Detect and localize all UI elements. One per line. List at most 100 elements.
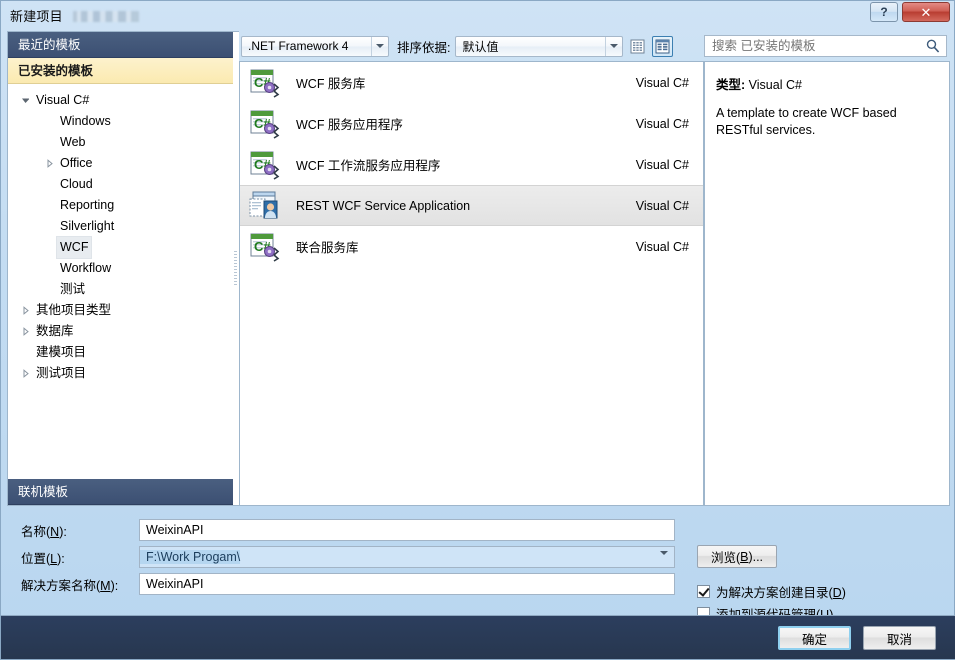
medium-icons-view-icon[interactable]: [652, 35, 674, 57]
details-panel: 类型: Visual C# A template to create WCF b…: [704, 31, 950, 506]
csharp-wcf-icon: C#: [248, 149, 280, 181]
csharp-wcf-icon: C#: [248, 67, 280, 99]
chevron-down-icon: [605, 36, 622, 56]
tree-item[interactable]: Office: [8, 153, 233, 174]
tree-item-label: Visual C#: [36, 93, 90, 107]
cancel-button[interactable]: 取消: [863, 626, 936, 650]
search-input[interactable]: [705, 37, 920, 55]
create-directory-checkbox[interactable]: [697, 585, 710, 598]
browse-button[interactable]: 浏览(B)...: [697, 545, 777, 568]
framework-dropdown[interactable]: .NET Framework 4: [241, 35, 389, 57]
project-form: 名称(N): WeixinAPI 位置(L): F:\Work Progam\ …: [7, 514, 950, 622]
template-language: Visual C#: [635, 116, 689, 131]
location-combo[interactable]: F:\Work Progam\: [139, 546, 675, 569]
tree-item[interactable]: 其他项目类型: [8, 300, 233, 321]
recent-templates-header[interactable]: 最近的模板: [8, 32, 233, 58]
search-box[interactable]: [704, 35, 947, 57]
chevron-right-icon[interactable]: [18, 369, 32, 378]
chevron-down-icon[interactable]: [18, 96, 32, 105]
framework-value: .NET Framework 4: [248, 39, 349, 53]
tree-item-label: 建模项目: [36, 345, 87, 359]
location-row: 位置(L): F:\Work Progam\: [7, 545, 675, 569]
chevron-right-icon[interactable]: [42, 159, 56, 168]
tree-item-label: 其他项目类型: [36, 303, 112, 317]
search-area: [704, 31, 950, 61]
new-project-dialog: 新建项目 ? ✕ 最近的模板 已安装的模板 Visual C# Windows We…: [0, 0, 955, 660]
tree-item-label: Web: [60, 135, 86, 149]
csharp-wcf-icon: C#: [248, 231, 280, 263]
location-input[interactable]: F:\Work Progam\: [140, 550, 241, 564]
solution-row: 解决方案名称(M): WeixinAPI: [7, 572, 675, 596]
tree-item-label: Windows: [60, 114, 111, 128]
template-list-item[interactable]: C# WCF 服务库 Visual C#: [240, 62, 703, 103]
name-input[interactable]: WeixinAPI: [139, 519, 675, 541]
create-directory-label: 为解决方案创建目录(D): [716, 586, 846, 600]
tree-item[interactable]: Workflow: [8, 258, 233, 279]
solution-label: 解决方案名称(M):: [21, 578, 119, 593]
description-type-label: 类型:: [716, 78, 746, 92]
tree-item-label: Cloud: [60, 177, 93, 191]
name-row: 名称(N): WeixinAPI: [7, 518, 675, 542]
categories-sidebar: 最近的模板 已安装的模板 Visual C# Windows Web Office Cl…: [7, 31, 233, 506]
template-list-item[interactable]: C# WCF 工作流服务应用程序 Visual C#: [240, 144, 703, 185]
template-name: WCF 服务库: [296, 77, 366, 91]
sort-dropdown[interactable]: 默认值: [455, 35, 624, 57]
template-list-item[interactable]: REST WCF Service Application Visual C#: [240, 185, 703, 226]
create-directory-checkbox-row[interactable]: 为解决方案创建目录(D): [697, 582, 846, 601]
template-name: WCF 服务应用程序: [296, 118, 403, 132]
tree-item-label: Office: [60, 156, 93, 170]
tree-item[interactable]: Visual C#: [8, 90, 233, 111]
ok-button[interactable]: 确定: [778, 626, 851, 650]
sort-value: 默认值: [462, 39, 499, 54]
description-type-row: 类型: Visual C#: [716, 74, 938, 93]
tree-item-label: 测试项目: [36, 366, 87, 380]
chevron-right-icon[interactable]: [18, 306, 32, 315]
tree-item[interactable]: Reporting: [8, 195, 233, 216]
tree-item[interactable]: WCF: [8, 236, 233, 259]
chevron-right-icon[interactable]: [18, 327, 32, 336]
splitter-grip: [234, 250, 237, 287]
template-panel: .NET Framework 4 排序依据: 默认值 C# WCF 服务库 Vi…: [239, 31, 704, 506]
tree-item[interactable]: 数据库: [8, 321, 233, 342]
solution-input[interactable]: WeixinAPI: [139, 573, 675, 595]
template-name: WCF 工作流服务应用程序: [296, 159, 441, 173]
tree-item[interactable]: Windows: [8, 111, 233, 132]
close-button[interactable]: ✕: [902, 2, 950, 22]
title-bar: 新建项目 ? ✕: [1, 1, 955, 29]
tree-item-label: Workflow: [60, 261, 112, 275]
template-language: Visual C#: [635, 239, 689, 254]
dialog-content: 最近的模板 已安装的模板 Visual C# Windows Web Office Cl…: [7, 31, 950, 622]
rest-wcf-icon: [248, 190, 280, 222]
online-templates-header[interactable]: 联机模板: [8, 479, 233, 505]
small-icons-view-icon[interactable]: [627, 36, 648, 57]
installed-templates-header[interactable]: 已安装的模板: [8, 58, 233, 84]
chevron-down-icon: [371, 36, 388, 56]
template-list-item[interactable]: C# WCF 服务应用程序 Visual C#: [240, 103, 703, 144]
template-language: Visual C#: [635, 157, 689, 172]
template-name: 联合服务库: [296, 241, 359, 255]
tree-item-label: WCF: [56, 236, 93, 259]
location-label: 位置(L):: [21, 551, 65, 566]
tree-item[interactable]: 测试项目: [8, 363, 233, 384]
window-title: 新建项目: [10, 9, 63, 24]
name-label: 名称(N):: [21, 524, 67, 539]
tree-item[interactable]: Silverlight: [8, 216, 233, 237]
template-toolbar: .NET Framework 4 排序依据: 默认值: [239, 31, 704, 61]
csharp-wcf-icon: C#: [248, 108, 280, 140]
tree-item[interactable]: Cloud: [8, 174, 233, 195]
help-button[interactable]: ?: [870, 2, 898, 22]
template-name: REST WCF Service Application: [296, 198, 471, 213]
chevron-down-icon[interactable]: [660, 551, 668, 569]
sortby-label: 排序依据:: [397, 40, 451, 55]
tree-item[interactable]: 建模项目: [8, 342, 233, 363]
template-language: Visual C#: [635, 75, 689, 90]
tree-item-label: 测试: [60, 282, 86, 296]
search-icon[interactable]: [925, 38, 941, 57]
tree-item[interactable]: Web: [8, 132, 233, 153]
tree-item-label: 数据库: [36, 324, 74, 338]
template-list[interactable]: C# WCF 服务库 Visual C# C# WCF 服务应用程序 Visual C# C…: [239, 61, 704, 506]
template-list-item[interactable]: C# 联合服务库 Visual C#: [240, 226, 703, 267]
title-blurred-text: [73, 11, 139, 22]
tree-item[interactable]: 测试: [8, 279, 233, 300]
template-language: Visual C#: [635, 198, 689, 213]
